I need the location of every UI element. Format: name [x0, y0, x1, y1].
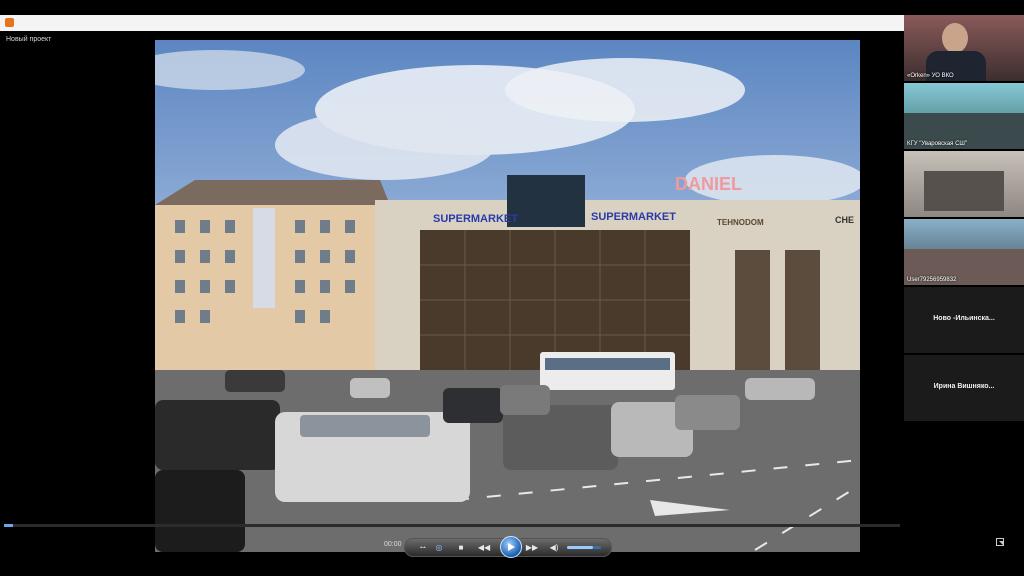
playback-controls: 00:00 ⥎ ◎ ■ ◀◀ ▶▶ ◀) [384, 536, 612, 558]
bookmark-icon[interactable]: ⥎ [417, 539, 429, 556]
play-button[interactable] [500, 536, 522, 558]
fast-forward-icon[interactable]: ▶▶ [525, 539, 539, 556]
volume-slider[interactable] [567, 546, 601, 549]
video-sign-text: TEHNODOM [717, 218, 764, 227]
participant-tile[interactable]: КГУ "Уваровская СШ" [904, 83, 1024, 149]
classroom-scene [924, 171, 1004, 211]
media-player: Новый проект SUPERMARKET SUPERMARKET DAN… [0, 31, 904, 562]
participant-tile[interactable] [904, 151, 1024, 217]
participant-tile[interactable]: Ирина Вишняко... [904, 355, 1024, 421]
fullscreen-icon[interactable] [996, 538, 1004, 546]
project-title: Новый проект [6, 36, 52, 43]
participant-name: Ирина Вишняко... [933, 383, 995, 390]
participant-name: User79256959832 [907, 277, 957, 283]
participant-tile[interactable]: User79256959832 [904, 219, 1024, 285]
video-sign-text: CHE [835, 215, 854, 225]
control-pill: ⥎ ◎ ■ ◀◀ ▶▶ ◀) [404, 536, 612, 558]
volume-level [567, 546, 593, 549]
stop-icon[interactable]: ■ [455, 539, 467, 556]
volume-icon[interactable]: ◀) [548, 539, 560, 556]
seek-bar[interactable] [4, 524, 900, 527]
participant-tile[interactable]: «Orken» УО ВКО [904, 15, 1024, 81]
seek-progress [4, 524, 13, 527]
app-icon [5, 18, 14, 27]
participant-tile[interactable]: Ново -Ильинска... [904, 287, 1024, 353]
participant-name: КГУ "Уваровская СШ" [907, 141, 968, 147]
participant-face [942, 23, 968, 53]
play-icon [508, 543, 515, 551]
video-sign-text: DANIEL [675, 174, 742, 194]
time-readout: 00:00 [384, 541, 402, 548]
title-bar [0, 15, 1006, 32]
participant-name: «Orken» УО ВКО [907, 73, 954, 79]
participants-panel: «Orken» УО ВКО КГУ "Уваровская СШ" User7… [904, 15, 1024, 425]
video-street-scene: SUPERMARKET SUPERMARKET DANIEL TEHNODOM … [155, 40, 860, 552]
participant-name: Ново -Ильинска... [933, 315, 995, 322]
rewind-icon[interactable]: ◀◀ [477, 539, 491, 556]
video-sign-text: SUPERMARKET [591, 211, 676, 223]
loop-icon[interactable]: ◎ [433, 539, 445, 556]
video-sign-text: SUPERMARKET [433, 213, 518, 225]
video-frame[interactable]: SUPERMARKET SUPERMARKET DANIEL TEHNODOM … [155, 40, 860, 552]
